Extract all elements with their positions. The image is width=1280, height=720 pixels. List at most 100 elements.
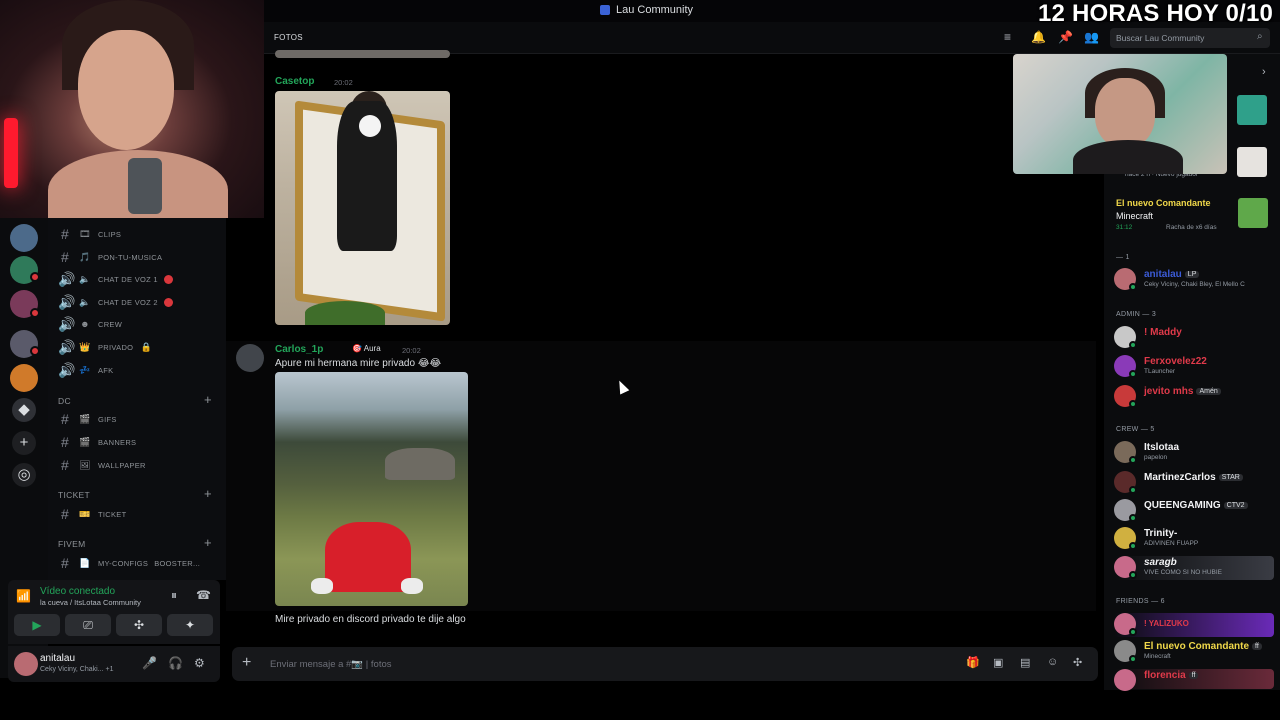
sticker-icon[interactable]: ▤ — [1020, 656, 1030, 669]
channel-wallpaper[interactable]: # 🖼 WALLPAPER — [58, 455, 222, 475]
headphones-icon[interactable]: 🎧 — [168, 656, 183, 670]
user-activity-extra: +1 — [105, 666, 114, 673]
member-item[interactable]: Trinity- ADIVINEN FUAPP — [1114, 527, 1274, 551]
channel-label: PRIVADO — [98, 342, 134, 352]
wallpaper-icon: 🖼 — [79, 459, 91, 470]
channel-gifs[interactable]: # 🎬 GIFS — [58, 409, 222, 429]
emoji-icon[interactable]: ☺ — [1047, 656, 1058, 668]
voice-status: Vídeo conectado — [40, 586, 116, 597]
member-item[interactable]: QUEENGAMING CTV2 — [1114, 499, 1274, 523]
window-title: Lau Community — [600, 4, 693, 16]
avatar[interactable] — [14, 652, 38, 676]
channel-ticket[interactable]: # 🎫 TICKET — [58, 504, 222, 524]
speaker-icon: 🔊 — [58, 315, 76, 332]
bell-icon[interactable]: 🔔 — [1031, 30, 1046, 44]
group-header-crew: CREW — 5 — [1116, 426, 1155, 433]
member-item[interactable]: El nuevo Comandante ff Minecraft — [1114, 640, 1274, 664]
hash-icon: # — [60, 249, 70, 265]
activity-streak: Racha de x6 días — [1166, 224, 1217, 231]
category-dc[interactable]: DC — [58, 396, 71, 406]
channel-banners[interactable]: # 🎬 BANNERS — [58, 432, 222, 452]
member-item[interactable]: florencia ff — [1114, 669, 1274, 691]
message-list: Casetop 20:02 Carlos_1p 🎯 Aura 20:02 Apu… — [226, 50, 1102, 632]
role-tag: 🎯 Aura — [352, 344, 381, 353]
channel-clips[interactable]: # 🎞 CLIPS — [58, 224, 222, 244]
search-input[interactable] — [1110, 28, 1270, 48]
add-attachment-icon[interactable]: + — [242, 654, 251, 672]
group-header-admin: ADMIN — 3 — [1116, 311, 1157, 318]
member-item[interactable]: anitalau LP Ceky Viciny, Chaki Bley, El M… — [1114, 268, 1274, 292]
channel-pon-tu-musica[interactable]: # 🎵 PON-TU-MUSICA — [58, 247, 222, 267]
activity-card[interactable]: El nuevo Comandante Minecraft 31:12 Rach… — [1110, 192, 1274, 238]
activity-game: Minecraft — [1116, 211, 1154, 221]
image-attachment[interactable] — [275, 372, 468, 606]
channel-afk[interactable]: 🔊 💤 AFK — [58, 360, 222, 380]
picture-in-picture-video[interactable] — [1013, 54, 1227, 174]
channel-chat-de-voz-1[interactable]: 🔊 🔈 CHAT DE VOZ 1 — [58, 269, 222, 289]
avatar[interactable] — [236, 344, 264, 372]
face — [78, 30, 174, 150]
member-name: MartinezCarlos STAR — [1144, 472, 1243, 483]
channel-crew[interactable]: 🔊 ☻ CREW — [58, 314, 222, 334]
stream-overlay-counter: 12 HORAS HOY 0/10 — [1038, 0, 1274, 27]
config-icon: 📄 — [79, 557, 91, 568]
gear-icon[interactable]: ⚙ — [194, 656, 205, 670]
camera-button[interactable]: ▶ — [14, 614, 60, 636]
channel-label: CHAT DE VOZ 1 — [98, 274, 158, 284]
shoe — [401, 578, 423, 594]
webcam-overlay — [0, 0, 264, 218]
screen-share-button[interactable]: ⎚ — [65, 614, 111, 636]
add-channel-icon[interactable]: + — [204, 535, 212, 550]
server-icon-5[interactable] — [10, 364, 38, 392]
pin-icon[interactable]: 📌 — [1058, 30, 1073, 44]
channel-privado[interactable]: 🔊 👑 PRIVADO 🔒 — [58, 337, 222, 357]
activity-thumbnail — [1237, 95, 1267, 125]
server-icon-1[interactable] — [10, 224, 38, 252]
member-item[interactable]: ! Maddy — [1114, 326, 1274, 350]
apps-icon[interactable]: ✣ — [1073, 656, 1082, 669]
member-item[interactable]: Itslotaa papelon — [1114, 441, 1274, 465]
member-name-text: QUEENGAMING — [1144, 500, 1221, 511]
message-input[interactable] — [270, 655, 920, 673]
voice-location[interactable]: la cueva / ItsLotaa Community — [40, 598, 141, 607]
category-ticket[interactable]: TICKET — [58, 490, 90, 500]
gif-icon[interactable]: ▣ — [993, 656, 1003, 669]
explore-icon[interactable]: ◎ — [12, 463, 36, 487]
banner-icon: 🎬 — [79, 436, 91, 447]
member-item[interactable]: MartinezCarlos STAR — [1114, 471, 1274, 495]
category-fivem[interactable]: FIVEM — [58, 539, 85, 549]
member-item[interactable]: jevito mhs Amén — [1114, 385, 1274, 409]
image-attachment[interactable] — [275, 91, 450, 325]
noise-suppression-icon[interactable]: ⏸ — [171, 588, 177, 603]
message-time: 20:02 — [402, 346, 421, 355]
add-server-icon[interactable]: + — [12, 431, 36, 455]
chevron-right-icon[interactable]: › — [1262, 66, 1266, 78]
channel-label: MY-CONFIGS — [98, 558, 149, 568]
member-name: ! YALIZUKO — [1144, 619, 1189, 628]
previous-attachment[interactable] — [275, 50, 450, 58]
members-icon[interactable]: 👥 — [1084, 30, 1099, 44]
speaker-icon: 🔊 — [58, 361, 76, 378]
channel-my-configs[interactable]: # 📄 MY-CONFIGS BOOSTER... — [58, 553, 222, 573]
message-author[interactable]: Carlos_1p — [275, 344, 323, 355]
gift-icon[interactable]: 🎁 — [966, 656, 980, 669]
member-item[interactable]: Ferxovelez22 TLauncher — [1114, 355, 1274, 379]
lamp — [4, 118, 18, 188]
channel-chat-de-voz-2[interactable]: 🔊 🔈 CHAT DE VOZ 2 — [58, 292, 222, 312]
member-name-text: MartinezCarlos — [1144, 472, 1216, 483]
activities-button[interactable]: ✣ — [116, 614, 162, 636]
speaker-icon: 🔊 — [58, 338, 76, 355]
disconnect-icon[interactable]: ☎ — [196, 588, 211, 602]
threads-icon[interactable]: ≡ — [1004, 30, 1011, 44]
channel-label: PON-TU-MUSICA — [98, 252, 163, 262]
soundboard-button[interactable]: ✦ — [167, 614, 213, 636]
message-author[interactable]: Casetop — [275, 76, 314, 87]
member-item[interactable]: saragb VIVE COMO SI NO HUBIE — [1114, 556, 1274, 580]
crew-icon: ☻ — [80, 319, 90, 329]
discover-icon[interactable]: ◆ — [12, 398, 36, 422]
microphone-icon[interactable]: 🎤 — [142, 656, 157, 670]
add-channel-icon[interactable]: + — [204, 486, 212, 501]
minecraft-icon — [1238, 198, 1268, 228]
add-channel-icon[interactable]: + — [204, 392, 212, 407]
member-item[interactable]: ! YALIZUKO — [1114, 613, 1274, 637]
